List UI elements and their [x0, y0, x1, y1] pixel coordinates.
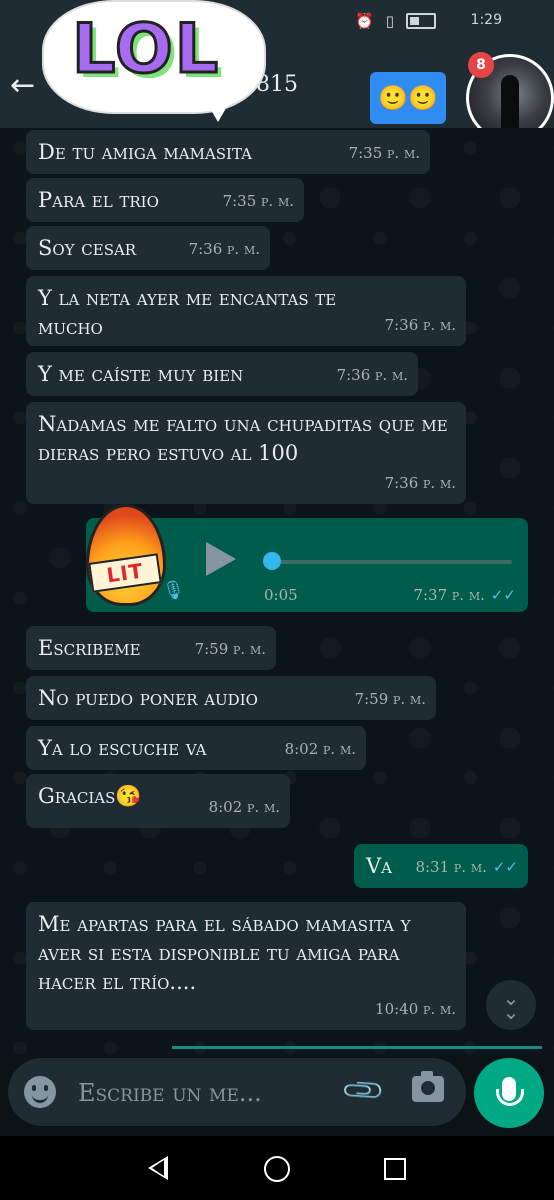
read-ticks-icon: ✓✓ [492, 858, 518, 876]
mic-button[interactable] [474, 1058, 544, 1128]
audio-duration: 0:05 [264, 586, 298, 604]
audio-progress-track[interactable] [272, 560, 512, 564]
camera-icon[interactable] [412, 1071, 444, 1102]
message-text: Me apartas para el sábado mamasita y ave… [38, 912, 411, 994]
message-bubble[interactable]: Escribeme 7:59 p. m. [26, 626, 276, 670]
system-nav-bar [0, 1136, 554, 1200]
message-text: Va [366, 854, 392, 878]
message-bubble[interactable]: De tu amiga mamasita 7:35 p. m. [26, 130, 430, 174]
message-time: 7:59 p. m. [354, 690, 426, 708]
message-time: 7:36 p. m. [384, 474, 456, 492]
message-time: 7:59 p. m. [194, 640, 266, 658]
nav-recent-icon[interactable] [384, 1158, 406, 1180]
message-text: Escribeme [38, 636, 141, 660]
paperclip-icon[interactable]: 📎 [339, 1067, 387, 1115]
message-time: 7:36 p. m. [188, 240, 260, 258]
message-time: 7:35 p. m. [348, 144, 420, 162]
message-bubble[interactable]: Gracias😘 8:02 p. m. [26, 774, 290, 828]
message-text: De tu amiga mamasita [38, 140, 252, 164]
smile-emojis: 🙂🙂 [378, 84, 438, 112]
lol-sticker-text: LOL [70, 9, 221, 91]
message-bubble[interactable]: Soy cesar 7:36 p. m. [26, 226, 270, 270]
message-time: 8:02 p. m. [284, 740, 356, 758]
battery-icon [406, 13, 436, 29]
message-time: 8:02 p. m. [208, 798, 280, 816]
message-time: 7:36 p. m. [336, 366, 408, 384]
lit-sticker: LIT [80, 500, 168, 610]
play-icon[interactable] [206, 542, 236, 576]
vibrate-icon: ▯ [385, 12, 394, 30]
audio-time: 7:37 p. m. ✓✓ [413, 586, 516, 604]
message-bubble[interactable]: Y me caíste muy bien 7:36 p. m. [26, 352, 418, 396]
message-bubble[interactable]: Nadamas me falto una chupaditas que me d… [26, 402, 466, 504]
lol-sticker: LOL [44, 2, 264, 122]
message-bubble[interactable]: Ya lo escuche va 8:02 p. m. [26, 726, 366, 770]
chat-area[interactable]: De tu amiga mamasita 7:35 p. m. Para el … [0, 128, 554, 1056]
message-input[interactable] [76, 1072, 340, 1114]
message-text: Para el trio [38, 188, 159, 212]
message-time: 8:31 p. m. ✓✓ [415, 858, 518, 876]
alarm-icon: ⏰ [355, 12, 374, 30]
emoji-icon[interactable] [24, 1076, 56, 1108]
message-bubble-outgoing[interactable]: Va 8:31 p. m. ✓✓ [354, 844, 528, 888]
message-time: 7:36 p. m. [384, 316, 456, 334]
message-bubble[interactable]: Y la neta ayer me encantas te mucho 7:36… [26, 276, 466, 346]
message-bubble[interactable]: Me apartas para el sábado mamasita y ave… [26, 902, 466, 1030]
double-chevron-down-icon[interactable]: ⌄ ⌄ [486, 980, 536, 1030]
message-input-bar: 📎 [8, 1058, 466, 1126]
mic-icon [496, 1077, 524, 1106]
message-text: Y me caíste muy bien [38, 362, 244, 386]
arrow-left-icon[interactable]: ← [10, 66, 35, 106]
message-time: 7:35 p. m. [222, 192, 294, 210]
message-bubble[interactable]: No puedo poner audio 7:59 p. m. [26, 676, 436, 720]
scroll-indicator [172, 1046, 542, 1049]
message-text: Y la neta ayer me encantas te mucho [38, 286, 337, 339]
contact-name[interactable]: 815 [256, 72, 298, 97]
mic-icon: 🎙 [162, 580, 185, 601]
emoji-sticker: 🙂🙂 [370, 72, 446, 124]
message-text: Ya lo escuche va [38, 736, 207, 760]
status-time: 1:29 [470, 12, 502, 28]
nav-home-icon[interactable] [264, 1156, 290, 1182]
message-text: No puedo poner audio [38, 686, 258, 710]
message-text: Nadamas me falto una chupaditas que me d… [38, 412, 448, 465]
message-time: 10:40 p. m. [375, 1000, 456, 1018]
message-text: Gracias😘 [38, 784, 142, 808]
nav-back-icon[interactable] [148, 1156, 168, 1180]
notification-badge: 8 [468, 52, 494, 78]
message-bubble[interactable]: Para el trio 7:35 p. m. [26, 178, 304, 222]
message-text: Soy cesar [38, 236, 137, 260]
read-ticks-icon: ✓✓ [490, 586, 516, 604]
audio-progress-knob[interactable] [263, 552, 281, 570]
